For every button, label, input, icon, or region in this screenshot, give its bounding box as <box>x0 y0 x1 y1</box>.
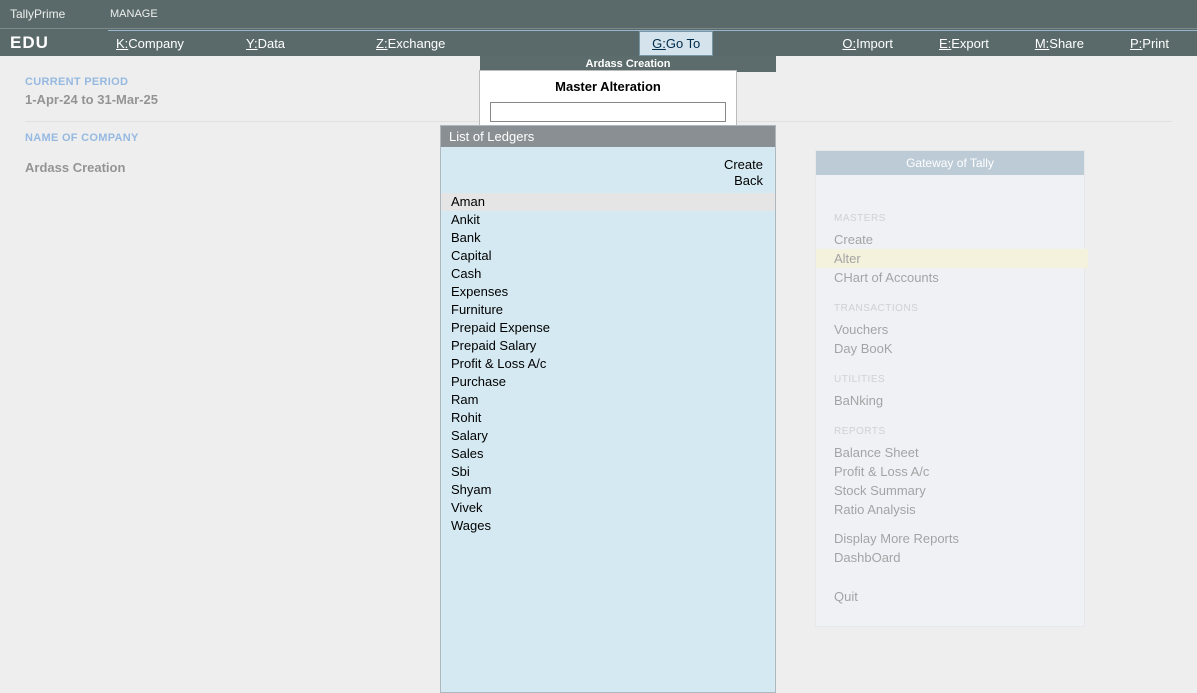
gateway-create[interactable]: Create <box>834 230 1070 249</box>
action-back[interactable]: Back <box>453 173 763 189</box>
gateway-dashboard[interactable]: DashbOard <box>834 548 1070 567</box>
ledger-item[interactable]: Wages <box>441 517 775 535</box>
ledger-item[interactable]: Ram <box>441 391 775 409</box>
ledger-item[interactable]: Vivek <box>441 499 775 517</box>
menu-exchange[interactable]: Z:Exchange <box>368 32 518 55</box>
menu-goto[interactable]: G:Go To <box>639 31 713 56</box>
workspace: CURRENT PERIOD 1-Apr-24 to 31-Mar-25 NAM… <box>0 56 1197 693</box>
ledger-items: AmanAnkitBankCapitalCashExpensesFurnitur… <box>441 193 775 535</box>
ledger-item[interactable]: Profit & Loss A/c <box>441 355 775 373</box>
ledger-item[interactable]: Furniture <box>441 301 775 319</box>
top-bar: TallyPrime MANAGE EDU K:Company Y:Data Z… <box>0 0 1197 56</box>
gateway-daybook[interactable]: Day BooK <box>834 339 1070 358</box>
action-create[interactable]: Create <box>453 157 763 173</box>
gateway-quit[interactable]: Quit <box>834 587 1070 606</box>
ledger-item[interactable]: Bank <box>441 229 775 247</box>
ledger-item[interactable]: Salary <box>441 427 775 445</box>
gateway-title: Gateway of Tally <box>816 151 1084 175</box>
menu-export[interactable]: E:Export <box>931 32 997 55</box>
section-transactions: TRANSACTIONS <box>834 303 1070 314</box>
ledger-item[interactable]: Sales <box>441 445 775 463</box>
section-utilities: UTILITIES <box>834 374 1070 385</box>
ledger-item[interactable]: Aman <box>441 193 775 211</box>
section-masters: MASTERS <box>834 213 1070 224</box>
gateway-banking[interactable]: BaNking <box>834 391 1070 410</box>
topbar-row-2: EDU K:Company Y:Data Z:Exchange G:Go To … <box>0 28 1197 56</box>
master-alteration-box: Master Alteration <box>480 71 736 132</box>
ledger-item[interactable]: Prepaid Expense <box>441 319 775 337</box>
gateway-pl[interactable]: Profit & Loss A/c <box>834 462 1070 481</box>
ledger-list-head: List of Ledgers <box>441 126 775 147</box>
master-search-input[interactable] <box>490 102 726 122</box>
ledger-item[interactable]: Expenses <box>441 283 775 301</box>
company-bar: Ardass Creation <box>480 56 776 72</box>
master-title: Master Alteration <box>490 79 726 94</box>
ledger-item[interactable]: Purchase <box>441 373 775 391</box>
menu-import[interactable]: O:Import <box>834 32 901 55</box>
gateway-more-reports[interactable]: Display More Reports <box>834 529 1070 548</box>
gateway-balancesheet[interactable]: Balance Sheet <box>834 443 1070 462</box>
menu-share[interactable]: M:Share <box>1027 32 1092 55</box>
gateway-alter[interactable]: Alter <box>816 249 1088 268</box>
menu-print[interactable]: P:Print <box>1122 32 1177 55</box>
section-reports: REPORTS <box>834 426 1070 437</box>
ledger-item[interactable]: Capital <box>441 247 775 265</box>
manage-label: MANAGE <box>110 8 158 20</box>
ledger-item[interactable]: Prepaid Salary <box>441 337 775 355</box>
brand-block: TallyPrime <box>0 7 108 21</box>
brand-line2: EDU <box>10 33 108 53</box>
ledger-item[interactable]: Cash <box>441 265 775 283</box>
ledger-list-actions: Create Back <box>441 147 775 193</box>
gateway-vouchers[interactable]: Vouchers <box>834 320 1070 339</box>
ledger-list-panel: List of Ledgers Create Back AmanAnkitBan… <box>440 125 776 693</box>
brand-block-2: EDU <box>0 33 108 53</box>
brand-line1: TallyPrime <box>10 7 108 21</box>
ledger-item[interactable]: Shyam <box>441 481 775 499</box>
ledger-item[interactable]: Sbi <box>441 463 775 481</box>
menu-data[interactable]: Y:Data <box>238 32 368 55</box>
gateway-panel: Gateway of Tally MASTERS Create Alter CH… <box>815 150 1085 627</box>
topbar-row-1: TallyPrime MANAGE <box>0 0 1197 28</box>
gateway-chart[interactable]: CHart of Accounts <box>834 268 1070 287</box>
gateway-ratio[interactable]: Ratio Analysis <box>834 500 1070 519</box>
gateway-stock[interactable]: Stock Summary <box>834 481 1070 500</box>
ledger-item[interactable]: Rohit <box>441 409 775 427</box>
ledger-item[interactable]: Ankit <box>441 211 775 229</box>
menu-company[interactable]: K:Company <box>108 32 238 55</box>
